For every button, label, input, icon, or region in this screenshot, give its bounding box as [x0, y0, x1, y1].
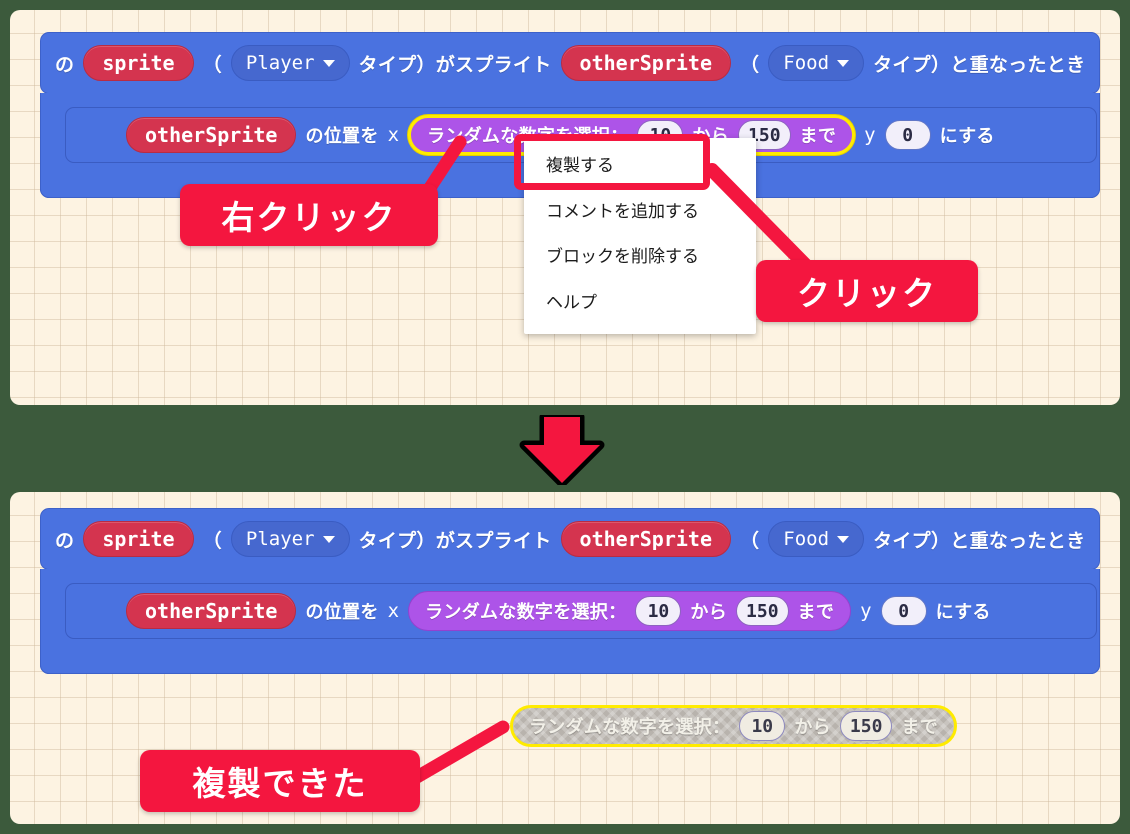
chevron-down-icon — [322, 59, 335, 67]
statement-tail-label-after: にする — [935, 602, 991, 623]
event-prefix-label: の — [55, 53, 75, 76]
event-suffix-label-after: タイプ）と重なったとき — [873, 529, 1086, 552]
kind-dropdown-food-after[interactable]: Food — [768, 521, 865, 557]
duplicated-to-input[interactable]: 150 — [839, 711, 893, 741]
axis-y-label: y — [864, 124, 876, 146]
chevron-down-icon — [322, 535, 335, 543]
sprite-variable-label: sprite — [102, 51, 175, 75]
event-block-on-overlap-after[interactable]: の sprite （ Player タイプ）がスプライト otherSprite… — [40, 508, 1100, 570]
sprite-variable-pill-after[interactable]: sprite — [83, 521, 194, 557]
event-middle-label: タイプ）がスプライト — [358, 53, 552, 76]
random-between-label-after: から — [690, 602, 728, 623]
duplicated-random-reporter[interactable]: ランダムな数字を選択： 10 から 150 まで — [510, 705, 958, 747]
sprite-variable-label-after: sprite — [102, 527, 175, 551]
axis-x-label-after: x — [387, 600, 400, 622]
paren-open-1-after: （ — [202, 529, 222, 552]
statement-target-variable-label-after: otherSprite — [145, 599, 278, 623]
duplicated-until-label: まで — [901, 717, 939, 738]
kind-dropdown-player[interactable]: Player — [230, 45, 350, 81]
paren-open-1: （ — [202, 53, 222, 76]
chevron-down-icon — [837, 59, 850, 67]
event-block-on-overlap[interactable]: の sprite （ Player タイプ）がスプライト otherSprite… — [40, 32, 1100, 94]
sprite-variable-pill[interactable]: sprite — [83, 45, 194, 81]
y-value-input[interactable]: 0 — [884, 120, 931, 150]
random-from-input-after[interactable]: 10 — [635, 596, 682, 626]
random-to-input-after[interactable]: 150 — [736, 596, 789, 626]
othersprite-variable-pill[interactable]: otherSprite — [560, 45, 731, 81]
callout-right-click: 右クリック — [180, 184, 438, 246]
statement-tail-label: にする — [939, 126, 995, 147]
statement-block-row-after: otherSprite の位置を x ランダムな数字を選択： 10 から 150… — [66, 584, 1096, 638]
random-number-reporter-after[interactable]: ランダムな数字を選択： 10 から 150 まで — [408, 591, 852, 631]
tutorial-stage: の sprite （ Player タイプ）がスプライト otherSprite… — [0, 0, 1130, 834]
statement-target-variable-after[interactable]: otherSprite — [126, 593, 297, 629]
arrow-down-icon — [519, 415, 605, 485]
axis-y-label-after: y — [860, 600, 872, 622]
event-block-footer-after — [40, 641, 1100, 674]
y-value-input-after[interactable]: 0 — [880, 596, 927, 626]
kind-dropdown-food[interactable]: Food — [768, 45, 865, 81]
chevron-down-icon — [837, 535, 850, 543]
othersprite-variable-label-after: otherSprite — [579, 527, 712, 551]
duplicated-from-input[interactable]: 10 — [739, 711, 786, 741]
kind-dropdown-food-label: Food — [783, 52, 830, 74]
duplicated-between-label: から — [794, 717, 831, 738]
random-reporter-label-after: ランダムな数字を選択： — [425, 602, 627, 623]
paren-open-2-after: （ — [739, 529, 760, 552]
duplicated-reporter-label: ランダムな数字を選択： — [529, 717, 731, 738]
othersprite-variable-pill-after[interactable]: otherSprite — [560, 521, 731, 557]
event-block-row-after: の sprite （ Player タイプ）がスプライト otherSprite… — [41, 509, 1099, 569]
random-until-label-after: まで — [797, 602, 835, 623]
callout-click: クリック — [756, 260, 978, 322]
callout-duplicated: 複製できた — [140, 750, 420, 812]
othersprite-variable-label: otherSprite — [579, 51, 712, 75]
kind-dropdown-player-label-after: Player — [245, 528, 315, 550]
statement-block-set-position-after[interactable]: otherSprite の位置を x ランダムな数字を選択： 10 から 150… — [65, 583, 1097, 639]
kind-dropdown-player-label: Player — [245, 52, 315, 74]
statement-position-label-after: の位置を — [305, 602, 379, 623]
event-block-row: の sprite （ Player タイプ）がスプライト otherSprite… — [41, 33, 1099, 93]
random-until-label: まで — [799, 126, 837, 147]
event-suffix-label: タイプ）と重なったとき — [873, 53, 1086, 76]
kind-dropdown-player-after[interactable]: Player — [230, 521, 350, 557]
paren-open-2: （ — [739, 53, 760, 76]
event-prefix-label-after: の — [55, 529, 75, 552]
kind-dropdown-food-label-after: Food — [783, 528, 830, 550]
duplicated-reporter-body[interactable]: ランダムな数字を選択： 10 から 150 まで — [510, 705, 958, 747]
event-middle-label-after: タイプ）がスプライト — [358, 529, 552, 552]
